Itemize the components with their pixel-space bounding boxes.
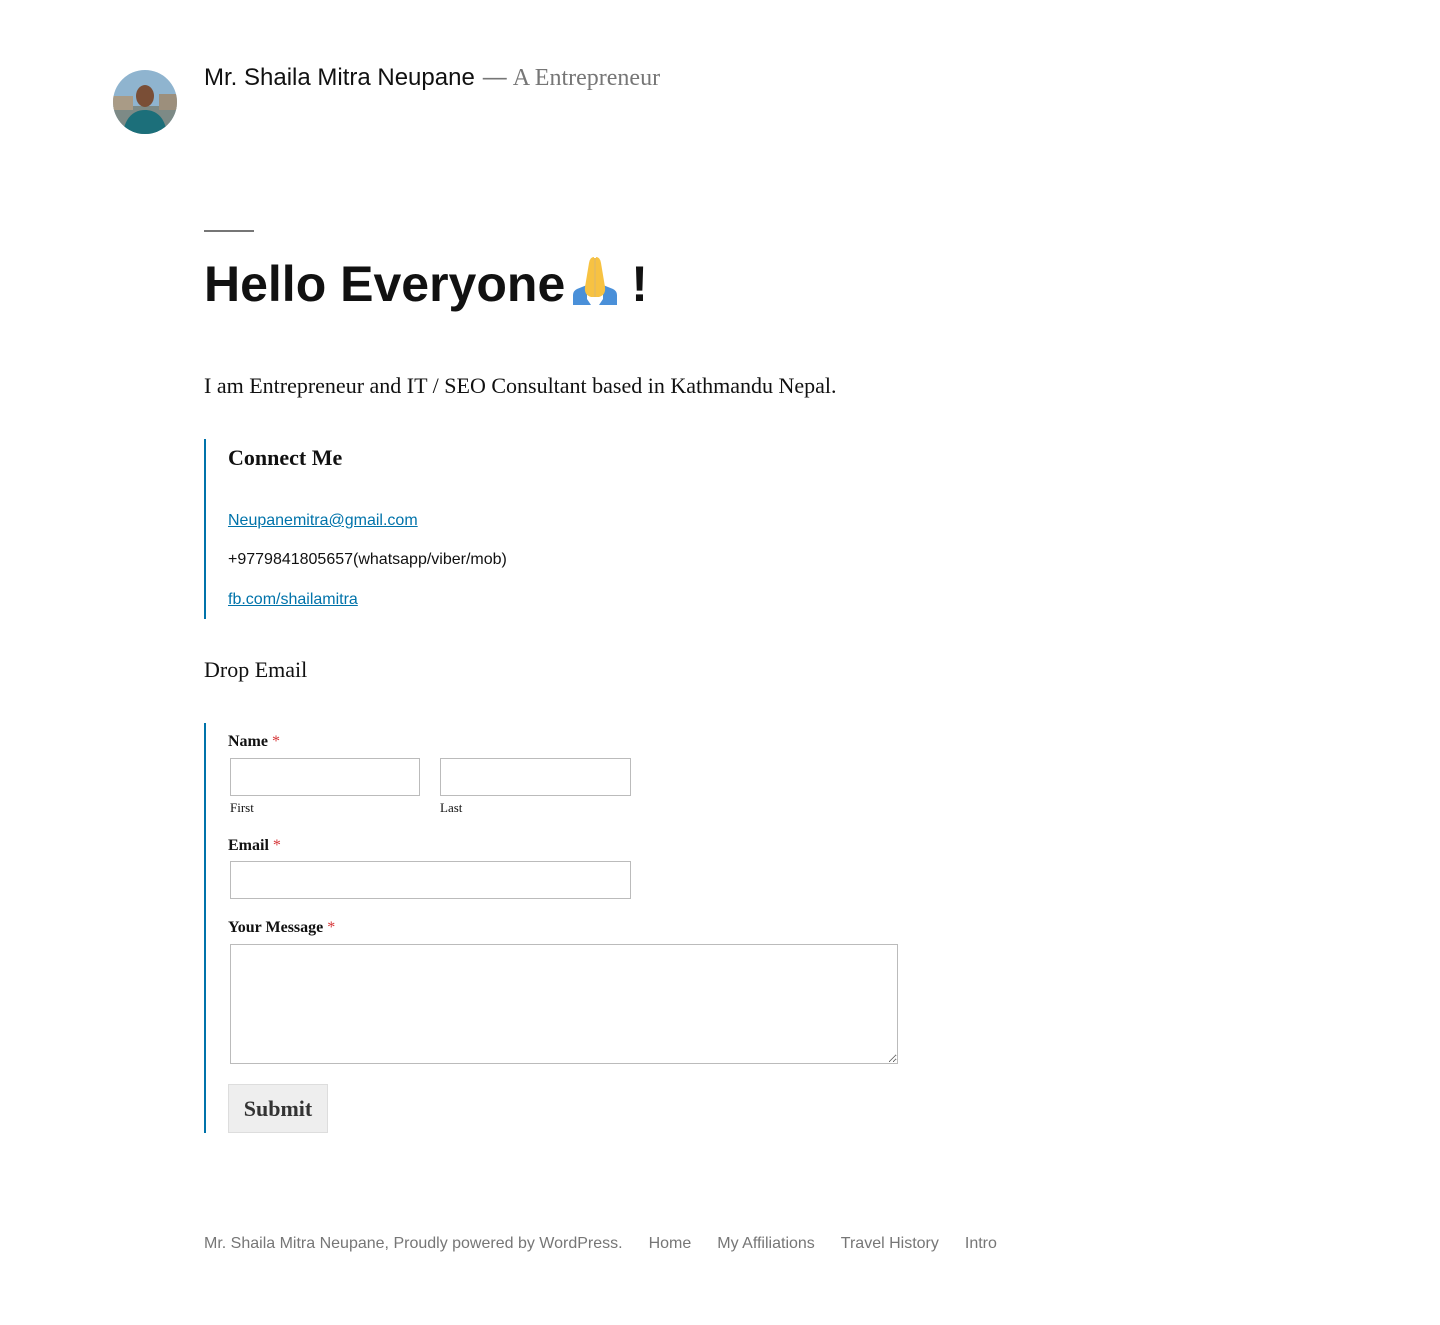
site-title-link[interactable]: Mr. Shaila Mitra Neupane (204, 64, 475, 91)
footer-menu-my-affiliations[interactable]: My Affiliations (717, 1235, 815, 1252)
submit-button[interactable]: Submit (228, 1084, 328, 1133)
wordpress-link[interactable]: Proudly powered by WordPress. (393, 1235, 622, 1252)
connect-heading: Connect Me (228, 445, 343, 470)
site-footer: Mr. Shaila Mitra Neupane, Proudly powere… (204, 1235, 1023, 1253)
intro-text: I am Entrepreneur and IT / SEO Consultan… (204, 373, 837, 398)
footer-menu: Home My Affiliations Travel History Intro (649, 1235, 1023, 1252)
site-branding: Mr. Shaila Mitra Neupane — A Entrepreneur (204, 64, 660, 92)
required-asterisk: * (327, 919, 336, 936)
page-title-suffix: ! (631, 256, 648, 312)
contact-form: Name * First Last Email * Your Message * Su… (204, 723, 926, 1133)
message-label-text: Your Message (228, 919, 324, 936)
first-name-sublabel: First (230, 800, 254, 815)
site-title-separator: — (482, 64, 507, 91)
avatar[interactable] (113, 70, 177, 134)
site-description: A Entrepreneur (512, 65, 661, 91)
name-label: Name * (228, 733, 280, 751)
required-asterisk: * (271, 733, 280, 750)
footer-site-link[interactable]: Mr. Shaila Mitra Neupane, (204, 1235, 389, 1252)
first-name-input[interactable] (230, 758, 420, 796)
folded-hands-icon (569, 254, 621, 322)
drop-email-heading: Drop Email (204, 657, 308, 682)
last-name-input[interactable] (440, 758, 631, 796)
email-label-text: Email (228, 837, 269, 854)
powered-by: Mr. Shaila Mitra Neupane, Proudly powere… (204, 1235, 623, 1252)
avatar-photo (113, 70, 177, 134)
email-input[interactable] (230, 861, 631, 899)
footer-menu-intro[interactable]: Intro (965, 1235, 997, 1252)
facebook-link[interactable]: fb.com/shailamitra (228, 591, 358, 609)
required-asterisk: * (272, 837, 281, 854)
message-textarea[interactable] (230, 944, 898, 1064)
name-label-text: Name (228, 733, 268, 750)
last-name-sublabel: Last (440, 800, 463, 815)
message-label: Your Message * (228, 919, 335, 937)
phone-text: +9779841805657(whatsapp/viber/mob) (228, 551, 507, 568)
email-label: Email * (228, 837, 281, 855)
title-divider (204, 230, 254, 232)
page-title: Hello Everyone ! (204, 250, 648, 322)
footer-menu-home[interactable]: Home (649, 1235, 692, 1252)
email-link[interactable]: Neupanemitra@gmail.com (228, 512, 418, 530)
connect-block: Connect Me Neupanemitra@gmail.com +97798… (204, 439, 906, 619)
footer-menu-travel-history[interactable]: Travel History (841, 1235, 939, 1252)
page-title-text: Hello Everyone (204, 256, 566, 312)
